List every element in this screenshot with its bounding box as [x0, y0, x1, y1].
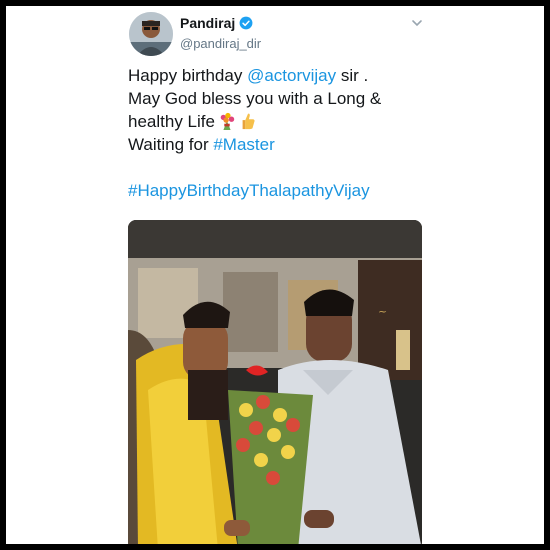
mention-link[interactable]: @actorvijay — [247, 66, 336, 85]
thumbs-up-emoji-icon — [242, 113, 255, 130]
tweet-text: Happy birthday @actorvijay sir . May God… — [128, 64, 428, 202]
tweet-card: Pandiraj @pandiraj_dir Happy birthday @a… — [6, 6, 544, 544]
author-name[interactable]: Pandiraj — [180, 15, 253, 31]
bouquet-emoji-icon — [220, 112, 235, 130]
hashtag-master-link[interactable]: #Master — [213, 135, 274, 154]
tweet-photo[interactable]: ~ — [128, 220, 422, 544]
tweet-line-3: healthy Life — [128, 110, 428, 133]
tweet-line-2: May God bless you with a Long & — [128, 89, 382, 108]
text-segment: healthy Life — [128, 112, 215, 131]
chevron-down-icon[interactable] — [410, 16, 424, 30]
tweet-line-1: Happy birthday @actorvijay sir . — [128, 64, 428, 87]
text-segment: Waiting for — [128, 135, 214, 154]
svg-text:~: ~ — [378, 305, 387, 318]
tweet-line-5: #HappyBirthdayThalapathyVijay — [128, 179, 428, 202]
photo-image: ~ — [128, 220, 422, 544]
text-segment: sir . — [336, 66, 369, 85]
author-display-name[interactable]: Pandiraj — [180, 15, 235, 31]
profile-photo — [129, 12, 173, 56]
hashtag-birthday-link[interactable]: #HappyBirthdayThalapathyVijay — [128, 181, 370, 200]
author-avatar[interactable] — [129, 12, 173, 56]
tweet-line-4: Waiting for #Master — [128, 133, 428, 156]
author-handle[interactable]: @pandiraj_dir — [180, 36, 261, 51]
verified-badge-icon — [239, 16, 253, 30]
text-segment: Happy birthday — [128, 66, 248, 85]
